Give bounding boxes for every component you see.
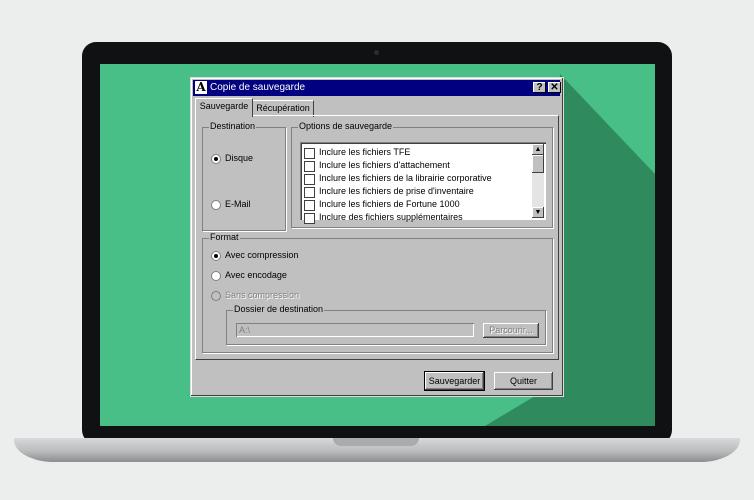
checkbox[interactable]	[304, 187, 315, 198]
quit-button[interactable]: Quitter	[494, 372, 553, 390]
checkbox[interactable]	[304, 148, 315, 159]
save-button[interactable]: Sauvegarder	[424, 371, 485, 391]
backup-dialog: A Copie de sauvegarde ? ✕ Sauvegarde Réc…	[190, 77, 564, 397]
window-title: Copie de sauvegarde	[210, 82, 306, 93]
checkbox[interactable]	[304, 213, 315, 224]
radio-email-label: E-Mail	[225, 199, 251, 209]
radio-sans-compression-label: Sans compression	[225, 290, 300, 300]
destination-folder-group: Dossier de destination A:\ Parcourir...	[226, 304, 546, 345]
radio-email[interactable]	[211, 200, 221, 210]
radio-avec-compression[interactable]	[211, 251, 221, 261]
checkbox[interactable]	[304, 200, 315, 211]
destination-folder-legend: Dossier de destination	[233, 304, 325, 314]
camera-icon	[374, 50, 379, 55]
radio-avec-encodage[interactable]	[211, 271, 221, 281]
scroll-up-icon[interactable]: ▲	[532, 144, 544, 155]
destination-group: Destination Disque E-Mail	[202, 121, 286, 231]
checkbox[interactable]	[304, 161, 315, 172]
destination-legend: Destination	[209, 121, 257, 131]
title-bar: A Copie de sauvegarde ? ✕	[193, 80, 561, 96]
options-legend: Options de sauvegarde	[298, 121, 394, 131]
radio-disque-label: Disque	[225, 153, 254, 163]
options-listbox[interactable]: Inclure les fichiers TFE Inclure les fic…	[300, 142, 546, 224]
laptop-notch	[333, 438, 419, 446]
format-group: Format Avec compression Avec encodage Sa…	[202, 232, 553, 353]
browse-button[interactable]: Parcourir...	[483, 323, 539, 338]
help-button[interactable]: ?	[533, 82, 546, 93]
destination-path-field[interactable]: A:\	[236, 323, 474, 337]
options-group: Options de sauvegarde Inclure les fichie…	[291, 121, 553, 228]
tab-panel: Destination Disque E-Mail Options de sau…	[195, 115, 559, 360]
app-logo-icon: A	[195, 80, 207, 94]
radio-sans-compression[interactable]	[211, 291, 221, 301]
radio-avec-compression-label: Avec compression	[225, 250, 299, 260]
checkbox[interactable]	[304, 174, 315, 185]
tab-sauvegarde[interactable]: Sauvegarde	[195, 98, 253, 117]
radio-avec-encodage-label: Avec encodage	[225, 270, 287, 280]
scroll-thumb[interactable]	[532, 155, 544, 173]
radio-disque[interactable]	[211, 154, 221, 164]
scroll-down-icon[interactable]: ▼	[532, 207, 544, 218]
format-legend: Format	[209, 232, 240, 242]
close-button[interactable]: ✕	[548, 82, 561, 93]
options-scrollbar[interactable]: ▲ ▼	[532, 144, 544, 218]
